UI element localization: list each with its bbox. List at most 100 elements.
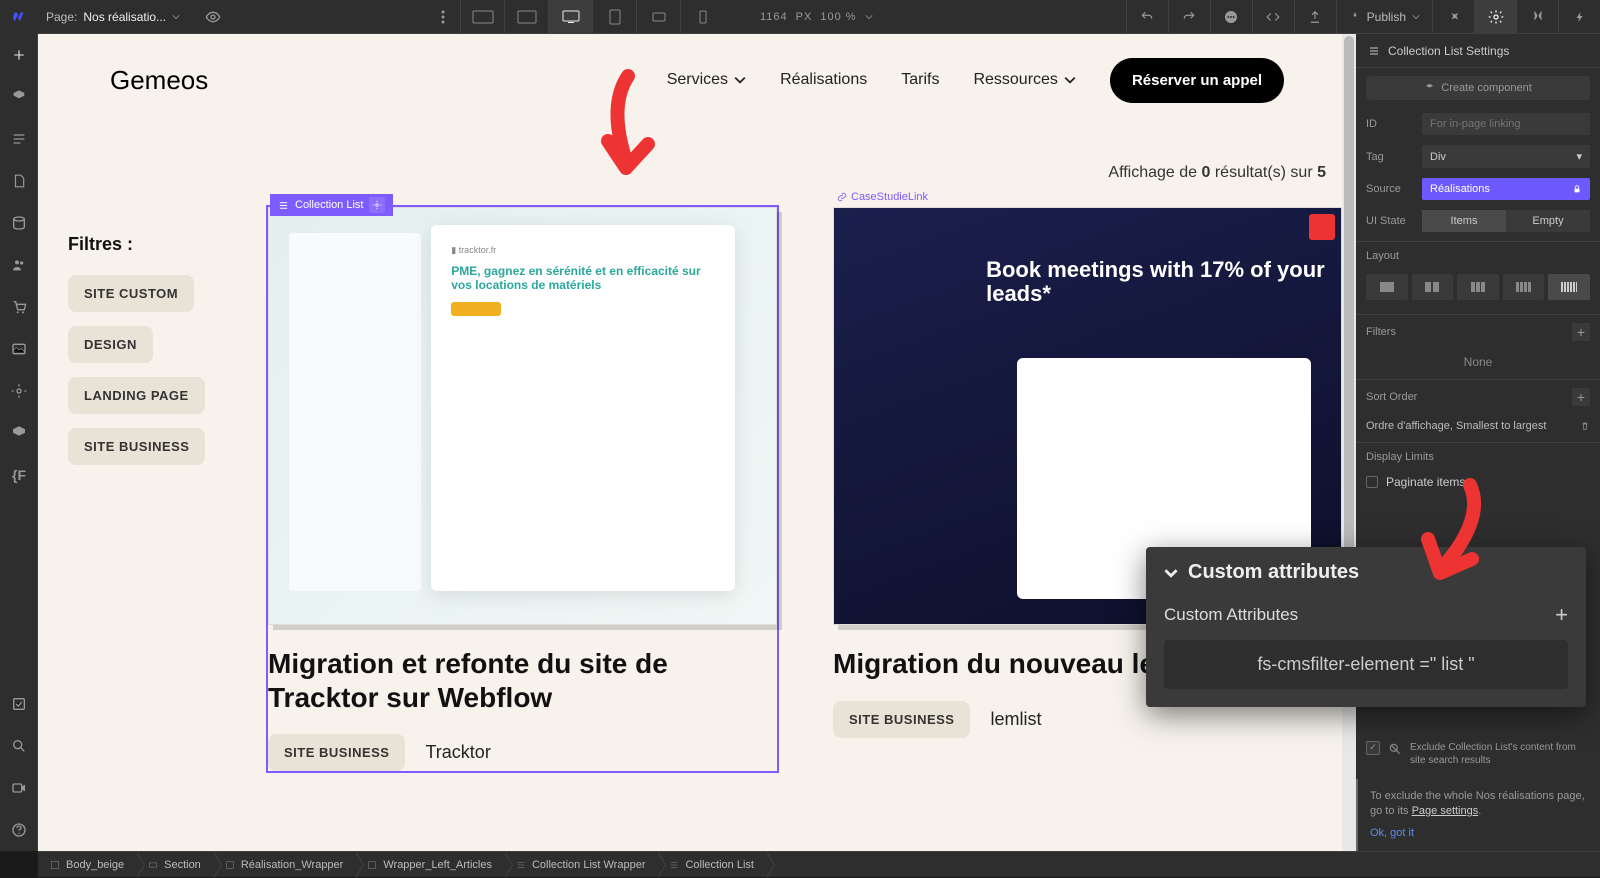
redo-icon[interactable] (1168, 0, 1210, 34)
layout-2col[interactable] (1412, 274, 1454, 300)
id-label: ID (1366, 118, 1414, 130)
cta-button[interactable]: Réserver un appel (1110, 58, 1284, 103)
interactions-icon[interactable] (1558, 0, 1600, 34)
popup-title: Custom attributes (1188, 561, 1359, 584)
chevron-down-icon (1064, 74, 1076, 86)
breakpoint-mobile[interactable] (680, 0, 724, 34)
add-element-icon[interactable] (0, 34, 38, 76)
search-icon[interactable] (0, 725, 38, 767)
crumb-collection-wrapper[interactable]: Collection List Wrapper (504, 852, 658, 878)
canvas-width: 1164 (760, 11, 788, 23)
layout-6col[interactable] (1548, 274, 1590, 300)
breakpoint-group (460, 0, 724, 34)
right-tools: Publish (1126, 0, 1600, 34)
layout-label: Layout (1356, 241, 1600, 270)
menu-services[interactable]: Services (667, 71, 746, 89)
id-input[interactable] (1422, 113, 1590, 135)
settings-panel-icon[interactable] (1474, 0, 1516, 34)
trash-icon[interactable] (1580, 421, 1590, 431)
uistate-label: UI State (1366, 215, 1414, 227)
breakpoint-xxl[interactable] (460, 0, 504, 34)
annotation-arrow (1410, 477, 1500, 587)
filters-sidebar: Filtres : SITE CUSTOM DESIGN LANDING PAG… (68, 234, 278, 479)
code-icon[interactable] (1252, 0, 1294, 34)
top-toolbar: Page: Nos réalisatio... 1164 PX 100 % Pu… (0, 0, 1600, 34)
tag-label: Tag (1366, 151, 1414, 163)
sort-value[interactable]: Ordre d'affichage, Smallest to largest (1366, 420, 1546, 432)
filter-pill[interactable]: SITE CUSTOM (68, 275, 194, 312)
add-filter-button[interactable]: + (1572, 323, 1590, 341)
menu-tarifs[interactable]: Tarifs (901, 71, 939, 89)
tag-select[interactable]: Div▾ (1422, 145, 1590, 168)
checkbox-icon: ✓ (1366, 741, 1380, 755)
style-manager-icon[interactable] (1516, 0, 1558, 34)
menu-realisations[interactable]: Réalisations (780, 71, 867, 89)
publish-button[interactable]: Publish (1336, 0, 1432, 34)
source-select[interactable]: Réalisations (1422, 178, 1590, 200)
pages-icon[interactable] (0, 160, 38, 202)
breakpoint-desktop[interactable] (548, 0, 592, 34)
settings-panel: Collection List Settings Create componen… (1356, 34, 1600, 851)
uistate-items[interactable]: Items (1422, 210, 1506, 232)
users-icon[interactable] (0, 244, 38, 286)
site-menu: Services Réalisations Tarifs Ressources … (667, 58, 1284, 103)
exclude-search-row[interactable]: ✓ Exclude Collection List's content from… (1356, 735, 1600, 773)
ecommerce-icon[interactable] (0, 286, 38, 328)
breakpoint-xl[interactable] (504, 0, 548, 34)
card-client: lemlist (990, 709, 1041, 730)
collection-list-badge[interactable]: Collection List (270, 194, 393, 216)
canvas[interactable]: Gemeos Services Réalisations Tarifs Ress… (38, 34, 1356, 851)
canvas-scrollbar[interactable] (1342, 34, 1356, 851)
gear-icon[interactable] (369, 197, 385, 213)
style-panel-icon[interactable] (1432, 0, 1474, 34)
assets-icon[interactable] (0, 328, 38, 370)
undo-icon[interactable] (1126, 0, 1168, 34)
breakpoint-mobile-l[interactable] (636, 0, 680, 34)
page-selector[interactable]: Page: Nos réalisatio... (38, 10, 188, 24)
layout-3col[interactable] (1457, 274, 1499, 300)
uistate-empty[interactable]: Empty (1506, 210, 1590, 232)
crumb-wrapper[interactable]: Réalisation_Wrapper (213, 852, 356, 878)
webflow-logo[interactable] (0, 0, 38, 34)
video-icon[interactable] (0, 767, 38, 809)
breakpoint-tablet[interactable] (592, 0, 636, 34)
comments-icon[interactable] (1210, 0, 1252, 34)
page-label: Page: (46, 10, 77, 24)
layout-options (1356, 270, 1600, 310)
navigator-icon[interactable] (0, 118, 38, 160)
more-icon[interactable] (430, 0, 456, 34)
add-sort-button[interactable]: + (1572, 388, 1590, 406)
audit-icon[interactable] (0, 683, 38, 725)
link-icon (837, 192, 847, 202)
tip-ok[interactable]: Ok, got it (1370, 826, 1588, 841)
add-attribute-button[interactable]: + (1555, 602, 1568, 628)
filter-pill[interactable]: SITE BUSINESS (68, 428, 205, 465)
help-icon[interactable] (0, 809, 38, 851)
crumb-body[interactable]: Body_beige (38, 852, 136, 878)
layout-4col[interactable] (1503, 274, 1545, 300)
menu-label: Ressources (973, 71, 1057, 89)
preview-eye-icon[interactable] (198, 9, 228, 25)
div-icon (225, 860, 235, 870)
apps-icon[interactable] (0, 412, 38, 454)
layout-1col[interactable] (1366, 274, 1408, 300)
create-component-button[interactable]: Create component (1366, 76, 1590, 100)
crumb-collection-list[interactable]: Collection List (657, 852, 765, 878)
export-icon[interactable] (1294, 0, 1336, 34)
lock-icon (1572, 184, 1582, 194)
components-icon[interactable] (0, 76, 38, 118)
attribute-row[interactable]: fs-cmsfilter-element =" list " (1164, 640, 1568, 689)
page-settings-link[interactable]: Page settings (1412, 805, 1479, 817)
cms-icon[interactable] (0, 202, 38, 244)
settings-icon[interactable] (0, 370, 38, 412)
popup-header[interactable]: Custom attributes (1146, 547, 1586, 598)
variables-icon[interactable]: {F (0, 454, 38, 496)
crumb-wrapper-left[interactable]: Wrapper_Left_Articles (355, 852, 504, 878)
filter-pill[interactable]: LANDING PAGE (68, 377, 205, 414)
canvas-size[interactable]: 1164 PX 100 % (760, 11, 873, 23)
site-nav: Gemeos Services Réalisations Tarifs Ress… (38, 34, 1356, 126)
menu-ressources[interactable]: Ressources (973, 71, 1075, 89)
card-tracktor[interactable]: ▮ tracktor.fr PME, gagnez en sérénité et… (268, 207, 777, 771)
crumb-section[interactable]: Section (136, 852, 213, 878)
filter-pill[interactable]: DESIGN (68, 326, 153, 363)
